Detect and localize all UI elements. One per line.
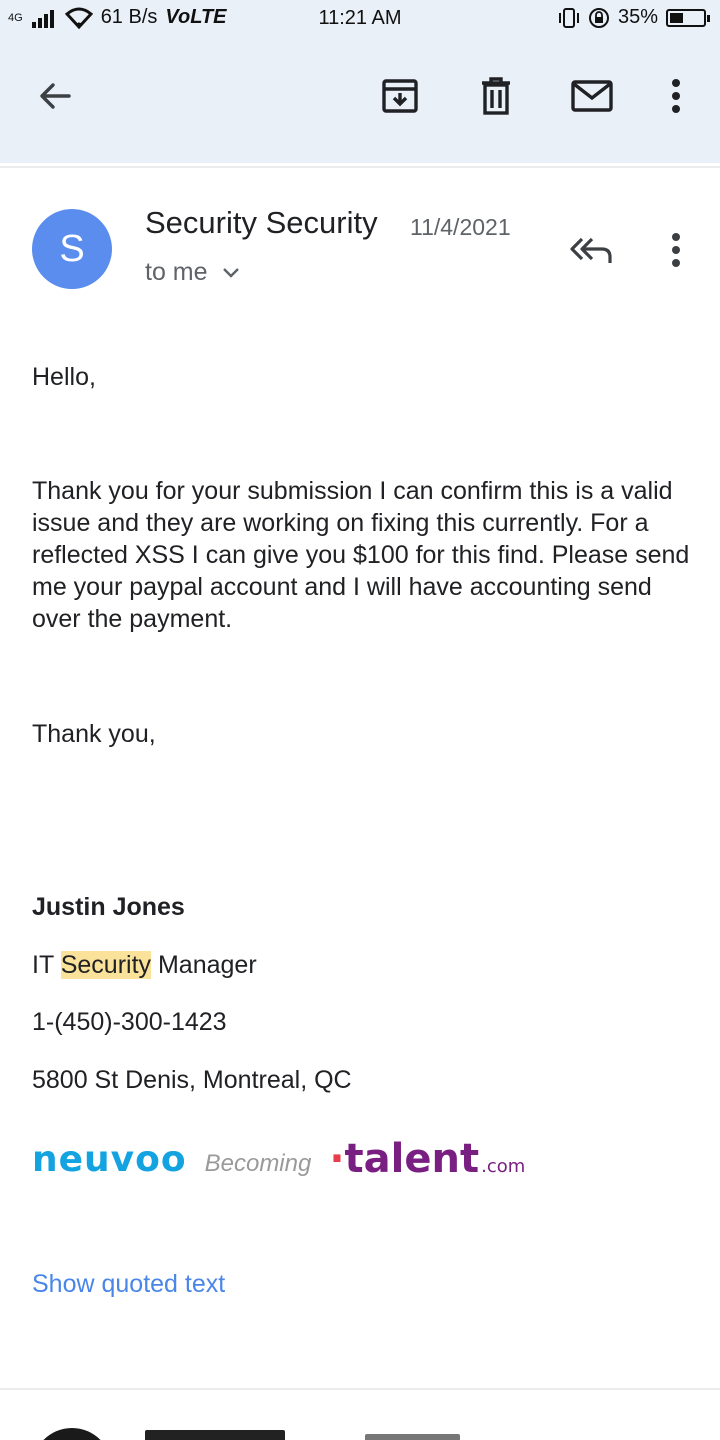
signature-name: Justin Jones bbox=[32, 893, 185, 921]
sender-name: Security Security bbox=[145, 205, 378, 240]
battery-percent: 35% bbox=[617, 6, 658, 28]
signature-title: IT Security Manager bbox=[32, 949, 257, 981]
becoming-label: Becoming bbox=[204, 1150, 312, 1177]
message-date: 11/4/2021 bbox=[410, 214, 511, 240]
delete-button[interactable] bbox=[468, 68, 524, 124]
next-message-sender bbox=[145, 1422, 285, 1440]
search-highlight: Security bbox=[60, 951, 152, 979]
status-bar: 4G 61 B/s VoLTE 11:21 AM 35% bbox=[0, 0, 720, 38]
talent-suffix: .com bbox=[481, 1156, 526, 1177]
archive-button[interactable] bbox=[372, 68, 428, 124]
back-button[interactable] bbox=[27, 68, 83, 124]
trash-icon bbox=[482, 77, 510, 115]
signature-title-prefix: IT bbox=[32, 951, 61, 979]
signature-address: 5800 St Denis, Montreal, QC bbox=[32, 1066, 352, 1094]
more-vertical-icon bbox=[672, 233, 680, 267]
signature-phone[interactable]: 1-(450)-300-1423 bbox=[32, 1006, 227, 1038]
greeting-text: Hello, bbox=[32, 363, 96, 391]
next-message-avatar[interactable] bbox=[32, 1428, 112, 1440]
archive-icon bbox=[382, 79, 418, 113]
company-logos: neuvoo Becoming · talent .com bbox=[32, 1134, 525, 1184]
divider bbox=[0, 166, 720, 168]
more-options-button[interactable] bbox=[648, 68, 704, 124]
vibrate-icon bbox=[558, 7, 579, 28]
more-vertical-icon bbox=[672, 79, 680, 113]
lock-rotation-icon bbox=[588, 7, 609, 28]
talent-dot: · bbox=[329, 1136, 345, 1182]
mark-unread-button[interactable] bbox=[564, 68, 620, 124]
talent-logo: · talent .com bbox=[329, 1136, 525, 1182]
divider bbox=[0, 1388, 720, 1390]
neuvoo-logo: neuvoo bbox=[32, 1138, 187, 1180]
chevron-down-icon bbox=[222, 267, 239, 278]
battery-fill bbox=[670, 12, 683, 23]
avatar[interactable]: S bbox=[32, 209, 112, 289]
top-toolbar bbox=[0, 38, 720, 163]
battery-icon bbox=[666, 8, 710, 27]
body-paragraph: Thank you for your submission I can conf… bbox=[32, 477, 690, 633]
recipient-details-toggle[interactable]: to me bbox=[145, 258, 240, 287]
closing-text: Thank you, bbox=[32, 720, 156, 748]
status-right: 35% bbox=[558, 6, 710, 29]
talent-text: talent bbox=[344, 1136, 480, 1182]
mail-icon bbox=[571, 80, 613, 112]
recipient-label: to me bbox=[145, 258, 208, 286]
show-quoted-text-link[interactable]: Show quoted text bbox=[32, 1270, 225, 1299]
next-message-date bbox=[365, 1430, 460, 1440]
reply-all-icon bbox=[570, 237, 612, 263]
message-more-button[interactable] bbox=[654, 226, 698, 274]
reply-all-button[interactable] bbox=[566, 226, 618, 274]
arrow-left-icon bbox=[40, 83, 71, 109]
signature-title-suffix: Manager bbox=[151, 951, 257, 979]
